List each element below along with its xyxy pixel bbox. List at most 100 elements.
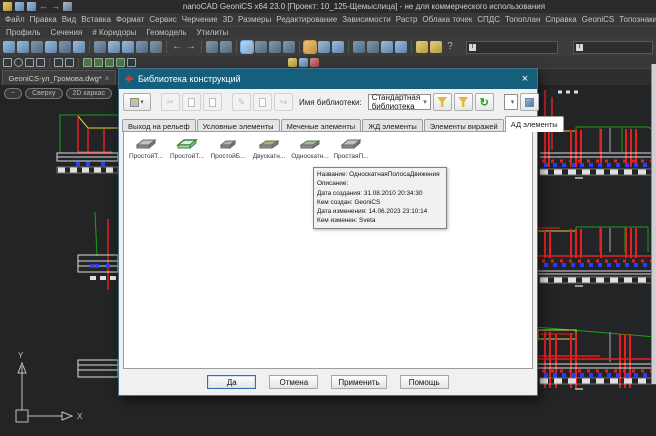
measure-icon[interactable] — [416, 41, 428, 53]
help-icon[interactable]: ? — [444, 41, 456, 53]
viewport-view-pill[interactable]: Сверху — [25, 88, 62, 99]
calculator-icon[interactable] — [367, 41, 379, 53]
zoom-out-icon[interactable] — [283, 41, 295, 53]
menu-help[interactable]: Справка — [545, 15, 576, 24]
save-icon[interactable] — [3, 41, 15, 53]
geoposition-globe-icon[interactable] — [395, 41, 407, 53]
folder-icon[interactable] — [288, 58, 297, 67]
block-icon[interactable] — [299, 58, 308, 67]
right-panel-edge[interactable] — [651, 64, 656, 384]
document-tab[interactable]: GeoniCS-ул_Громова.dwg* × — [2, 70, 116, 85]
menu-corridors[interactable]: # Коридоры — [92, 28, 136, 37]
view-mode-button[interactable] — [520, 93, 539, 111]
paste-icon[interactable] — [122, 41, 134, 53]
redo-icon[interactable]: → — [51, 2, 60, 11]
menu-utilities[interactable]: Утилиты — [197, 28, 229, 37]
redo-arrow-icon[interactable]: → — [185, 41, 197, 53]
preview-icon[interactable] — [31, 41, 43, 53]
copy-button[interactable] — [182, 93, 201, 111]
menu-topoplan[interactable]: Топоплан — [505, 15, 540, 24]
viewport-menu-pill[interactable]: − — [4, 88, 22, 99]
export-library-button[interactable] — [454, 93, 473, 111]
copy-icon[interactable] — [108, 41, 120, 53]
edit-block-icon[interactable] — [59, 41, 71, 53]
print-icon[interactable] — [63, 2, 72, 11]
menu-dimensions[interactable]: Размеры — [238, 15, 271, 24]
cut-icon[interactable] — [94, 41, 106, 53]
print-icon[interactable] — [17, 41, 29, 53]
menu-profile[interactable]: Профиль — [6, 28, 41, 37]
library-item[interactable]: Двускатн... — [249, 138, 289, 160]
paste-special-icon[interactable] — [136, 41, 148, 53]
zoom-scale-icon[interactable] — [255, 41, 267, 53]
layer-new-icon[interactable] — [83, 58, 92, 67]
save-icon[interactable] — [15, 2, 24, 11]
menu-raster[interactable]: Растр — [396, 15, 418, 24]
arc-tool-icon[interactable] — [54, 58, 63, 67]
erase-icon[interactable] — [150, 41, 162, 53]
insert-element-button[interactable]: ↪ — [274, 93, 293, 111]
polyline-icon[interactable] — [430, 41, 442, 53]
xref-icon[interactable] — [310, 58, 319, 67]
dim-style-field[interactable]: T — [573, 41, 653, 54]
dialog-titlebar[interactable]: Библиотека конструкций × — [119, 69, 537, 89]
layer-on-icon[interactable] — [94, 58, 103, 67]
menu-service[interactable]: Сервис — [149, 15, 176, 24]
apply-button[interactable]: Применить — [331, 375, 386, 389]
menu-geonics[interactable]: GeoniCS — [582, 15, 614, 24]
plot-icon[interactable] — [45, 41, 57, 53]
menu-toposigns[interactable]: Топознаки — [619, 15, 656, 24]
menu-edit[interactable]: Правка — [30, 15, 57, 24]
tab-close-icon[interactable]: × — [105, 74, 110, 83]
format-painter-icon[interactable] — [353, 41, 365, 53]
library-item[interactable]: ПростойТ... — [126, 138, 166, 160]
circle-tool-icon[interactable] — [14, 58, 23, 67]
menu-modify[interactable]: Редактирование — [276, 15, 337, 24]
help-button[interactable]: Помощь — [400, 375, 449, 389]
menu-spds[interactable]: СПДС — [477, 15, 500, 24]
edit-element-button[interactable] — [253, 93, 272, 111]
tab-ad-elementy[interactable]: АД элементы — [505, 116, 564, 132]
ok-button[interactable]: Да — [207, 375, 256, 389]
undo-arrow-icon[interactable]: ← — [171, 41, 183, 53]
text-style-field[interactable]: T — [466, 41, 558, 54]
menu-format[interactable]: Формат — [116, 15, 144, 24]
paste-button[interactable] — [203, 93, 222, 111]
viewport-visualstyle-pill[interactable]: 2D каркас — [66, 88, 113, 99]
library-menu-button[interactable]: ▾ — [123, 93, 151, 111]
rectangle-tool-icon[interactable] — [25, 58, 34, 67]
library-item-selected[interactable]: ПростойТ... — [167, 138, 207, 160]
zoom-previous-icon[interactable] — [269, 41, 281, 53]
menu-pointclouds[interactable]: Облака точек — [422, 15, 472, 24]
rename-button[interactable]: ✎ — [232, 93, 251, 111]
pan-icon[interactable] — [206, 41, 218, 53]
cancel-button[interactable]: Отмена — [269, 375, 318, 389]
layer-lock-icon[interactable] — [116, 58, 125, 67]
copy-block-icon[interactable] — [73, 41, 85, 53]
import-library-button[interactable] — [433, 93, 452, 111]
menu-sections[interactable]: Сечения — [51, 28, 83, 37]
dialog-close-icon[interactable]: × — [519, 73, 531, 85]
scale-combobox[interactable]: ▾ — [504, 94, 519, 110]
library-item[interactable]: ПростойБ... — [208, 138, 248, 160]
undo-icon[interactable]: ← — [39, 2, 48, 11]
library-item[interactable]: Односкатн... — [290, 138, 330, 160]
zoom-realtime-icon[interactable] — [220, 41, 232, 53]
node-tool-icon[interactable] — [36, 58, 45, 67]
raster-image-icon[interactable] — [381, 41, 393, 53]
library-name-combobox[interactable]: Стандартная библиотека ▾ — [368, 94, 431, 110]
menu-view[interactable]: Вид — [62, 15, 76, 24]
draft-mode-icon[interactable] — [304, 41, 316, 53]
layer-freeze-icon[interactable] — [105, 58, 114, 67]
zoom-window-icon[interactable] — [241, 41, 253, 53]
spline-tool-icon[interactable] — [65, 58, 74, 67]
options-gear-icon[interactable] — [332, 41, 344, 53]
open-icon[interactable] — [3, 2, 12, 11]
menu-3d[interactable]: 3D — [223, 15, 233, 24]
refresh-button[interactable]: ↻ — [475, 93, 494, 111]
menu-geomodel[interactable]: Геомодель — [146, 28, 186, 37]
line-tool-icon[interactable] — [3, 58, 12, 67]
menu-insert[interactable]: Вставка — [81, 15, 111, 24]
layer-states-icon[interactable] — [127, 58, 136, 67]
cut-button[interactable]: ✂ — [161, 93, 180, 111]
